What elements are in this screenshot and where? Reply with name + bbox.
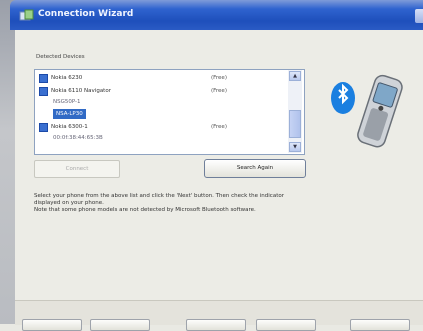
scroll-up-arrow-icon[interactable]: ▲ [289,71,301,81]
device-name: NSA-LP30 [53,109,86,119]
window-title: Connection Wizard [38,9,134,19]
nav-button[interactable] [256,319,316,331]
connect-button[interactable]: Connect [34,160,120,178]
device-checkbox-icon[interactable] [39,74,48,83]
window-close-button[interactable] [415,9,423,23]
scroll-down-arrow-icon[interactable]: ▼ [289,142,301,152]
device-list-item[interactable]: Nokia 6300-1 (Free) [37,122,287,132]
device-status: (Free) [211,124,227,130]
device-list-scrollbar[interactable]: ▲ ▼ [288,70,302,153]
device-name: Nokia 6230 [51,75,83,81]
device-list-item[interactable]: 00:0f:38:44:65:3B [37,133,287,143]
device-list-item[interactable]: NSA-LP30 [37,109,287,119]
device-status: (Free) [211,75,227,81]
device-list-item[interactable]: Nokia 6230 (Free) [37,73,287,83]
device-name: Nokia 6110 Navigator [51,88,111,94]
search-again-button[interactable]: Search Again [204,159,306,178]
bluetooth-phone-icon [331,74,403,148]
device-checkbox-icon[interactable] [39,87,48,96]
device-name: NSG50P-1 [53,99,81,105]
instructions-line-1: Select your phone from the above list an… [34,193,284,199]
nav-button[interactable] [22,319,82,331]
device-list[interactable]: Nokia 6230 (Free) Nokia 6110 Navigator (Fre… [34,69,305,155]
device-status: (Free) [211,88,227,94]
scrollbar-thumb[interactable] [289,110,301,138]
instructions-text: Select your phone from the above list an… [34,193,409,214]
instructions-line-3: Note that some phone models are not dete… [34,207,256,213]
device-name: Nokia 6300-1 [51,124,88,130]
nav-button[interactable] [186,319,246,331]
device-name: 00:0f:38:44:65:3B [53,135,103,141]
nav-button[interactable] [90,319,150,331]
wizard-app-icon [19,9,34,21]
nav-button[interactable] [350,319,410,331]
device-list-item[interactable]: Nokia 6110 Navigator (Free) [37,86,287,96]
device-list-item[interactable]: NSG50P-1 [37,97,287,107]
instructions-line-2: displayed on your phone. [34,200,104,206]
device-checkbox-icon[interactable] [39,123,48,132]
detected-devices-label: Detected Devices [36,54,85,60]
